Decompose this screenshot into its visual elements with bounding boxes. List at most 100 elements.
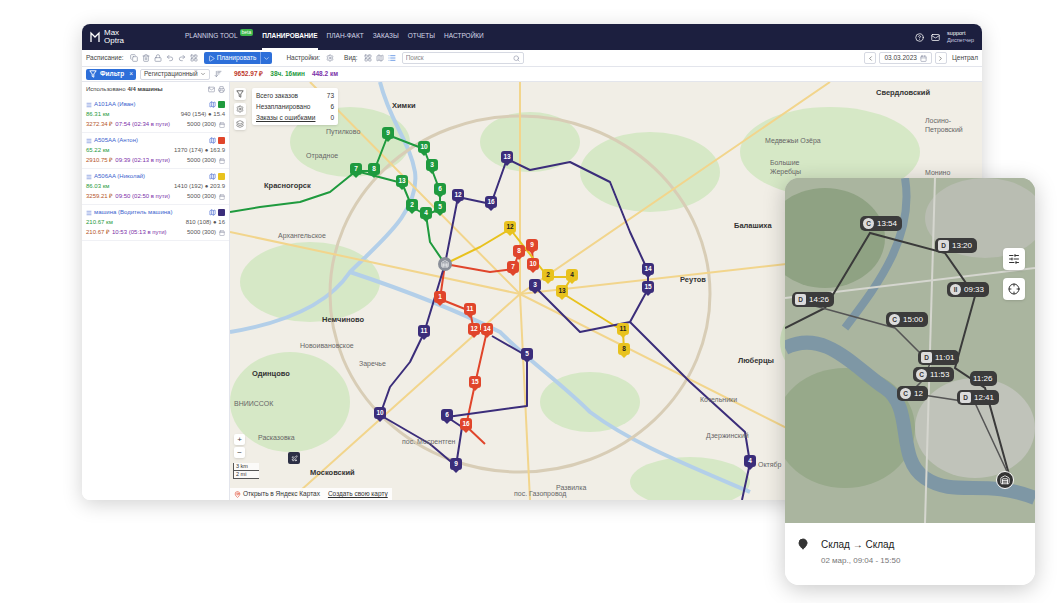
view-list-icon[interactable]	[388, 54, 396, 62]
map-pin[interactable]: 12	[504, 221, 516, 236]
map-pin[interactable]: 9	[450, 458, 462, 473]
map-pin[interactable]: 6	[434, 183, 446, 198]
map-pin[interactable]: 10	[527, 258, 539, 273]
sort-select[interactable]: Регистрационный	[140, 69, 210, 80]
view-map-icon[interactable]	[376, 54, 384, 62]
map-pin[interactable]: 14	[642, 263, 654, 278]
redo-icon[interactable]	[178, 54, 186, 62]
create-map-link[interactable]: Создать свою карту	[328, 489, 388, 499]
map-pin[interactable]: 11	[617, 323, 629, 338]
map-pin[interactable]: 4	[420, 207, 432, 222]
printer-icon[interactable]	[218, 86, 225, 93]
stop-marker[interactable]: 11:26	[970, 371, 997, 386]
stop-marker[interactable]: D12:41	[957, 390, 999, 405]
help-icon[interactable]	[915, 33, 924, 42]
filter-chip[interactable]: Фильтр×	[86, 69, 136, 80]
map-pin[interactable]: 16	[485, 196, 497, 211]
map-pin[interactable]: 7	[350, 163, 362, 178]
dropdown-icon[interactable]	[263, 55, 270, 62]
route-line[interactable]	[440, 264, 487, 444]
drag-icon[interactable]	[86, 174, 92, 180]
mobile-map[interactable]: C13:54D13:20D14:26II09:33C15:00D11:01C11…	[785, 178, 1035, 523]
map-pin[interactable]: 5	[521, 348, 533, 363]
vehicle-name[interactable]: машина (Водитель машина)	[94, 208, 172, 217]
route-line[interactable]	[630, 322, 750, 500]
route-line[interactable]	[230, 171, 356, 212]
warehouse-marker[interactable]	[996, 471, 1014, 489]
map-pin[interactable]: 13	[556, 285, 568, 300]
map-icon[interactable]	[209, 209, 216, 216]
map-pin[interactable]: 11	[464, 303, 476, 318]
map-settings-button[interactable]	[1003, 248, 1025, 270]
mail-icon[interactable]	[208, 86, 215, 93]
map-pin[interactable]: 8	[618, 343, 630, 358]
mail-icon[interactable]	[931, 33, 940, 42]
stop-marker[interactable]: C15:00	[886, 312, 928, 327]
route-card[interactable]: Склад → Склад02 мар., 09:04 - 15:50	[785, 523, 1035, 585]
plan-button[interactable]: Планировать	[204, 52, 273, 64]
locate-button[interactable]	[1003, 278, 1025, 300]
vehicle-row[interactable]: A506AA (Николай)86.03 км1410 (192) ● 203…	[82, 169, 229, 205]
map-pin[interactable]: 4	[744, 455, 756, 470]
map-pin[interactable]: 13	[501, 151, 513, 166]
map-pin[interactable]: 5	[434, 201, 446, 216]
user-menu[interactable]: supportДиспетчер	[947, 30, 974, 44]
date-field[interactable]: 03.03.2023	[879, 52, 932, 64]
clear-filter-button[interactable]: ×	[129, 69, 133, 79]
logo[interactable]: MaxOptra	[90, 29, 185, 45]
nav-item[interactable]: ЗАКАЗЫ	[373, 24, 399, 50]
map-pin[interactable]: 3	[529, 279, 541, 294]
drag-icon[interactable]	[86, 210, 92, 216]
route-line[interactable]	[445, 159, 648, 332]
drag-icon[interactable]	[86, 138, 92, 144]
map-pin[interactable]: 1	[434, 291, 446, 306]
route-line[interactable]	[445, 229, 624, 351]
route-line[interactable]	[356, 135, 445, 264]
region-select[interactable]: Централ	[950, 53, 978, 63]
map-pin[interactable]: 11	[418, 325, 430, 340]
map-pin[interactable]: 15	[469, 376, 481, 391]
gear-icon[interactable]	[326, 54, 334, 62]
map-pin[interactable]: 12	[468, 323, 480, 338]
vehicle-row[interactable]: машина (Водитель машина)210.67 км810 (10…	[82, 205, 229, 241]
calendar-icon[interactable]	[219, 158, 225, 164]
nav-item[interactable]: PLANNING TOOLbeta	[185, 24, 253, 50]
trash-icon[interactable]	[142, 54, 150, 62]
lock-icon[interactable]	[154, 54, 162, 62]
view-grid-icon[interactable]	[364, 54, 372, 62]
nav-item[interactable]: ПЛАН-ФАКТ	[327, 24, 364, 50]
stop-marker[interactable]: II09:33	[947, 282, 989, 297]
stop-marker[interactable]: D13:20	[935, 238, 977, 253]
map-layers-button[interactable]	[234, 118, 246, 130]
drag-icon[interactable]	[86, 102, 92, 108]
vehicle-name[interactable]: A506AA (Николай)	[94, 172, 145, 181]
map-pin[interactable]: 2	[542, 269, 554, 284]
calendar-icon[interactable]	[219, 122, 225, 128]
zoom-button[interactable]: −	[234, 447, 245, 458]
map-pin[interactable]: 4	[566, 269, 578, 284]
map-pin[interactable]: 8	[513, 245, 525, 260]
vehicle-name[interactable]: A505AA (Антон)	[94, 136, 138, 145]
stop-marker[interactable]: D11:01	[918, 350, 959, 365]
map-pin[interactable]: 9	[526, 239, 538, 254]
map-settings-button[interactable]	[234, 103, 246, 115]
map-pin[interactable]: 13	[396, 175, 408, 190]
calendar-icon[interactable]	[219, 230, 225, 236]
map-icon[interactable]	[209, 173, 216, 180]
next-day-button[interactable]	[935, 52, 947, 64]
undo-icon[interactable]	[166, 54, 174, 62]
map-pin[interactable]: 10	[374, 407, 386, 422]
nav-item[interactable]: ПЛАНИРОВАНИЕ	[262, 24, 317, 50]
search-input[interactable]	[406, 53, 510, 63]
map-pin[interactable]: 16	[460, 418, 472, 433]
nav-item[interactable]: ОТЧЕТЫ	[408, 24, 435, 50]
sort-icon[interactable]	[214, 70, 222, 78]
map-pin[interactable]: 12	[452, 189, 464, 204]
map-pin[interactable]: 15	[642, 281, 654, 296]
vehicle-row[interactable]: A101AA (Иван)86.31 км940 (154) ● 15.4327…	[82, 97, 229, 133]
map-pin[interactable]: 8	[368, 163, 380, 178]
stop-marker[interactable]: C13:54	[860, 216, 902, 231]
map-pin[interactable]: 10	[418, 141, 430, 156]
airport-marker[interactable]	[288, 452, 300, 464]
map-pin[interactable]: 2	[406, 199, 418, 214]
